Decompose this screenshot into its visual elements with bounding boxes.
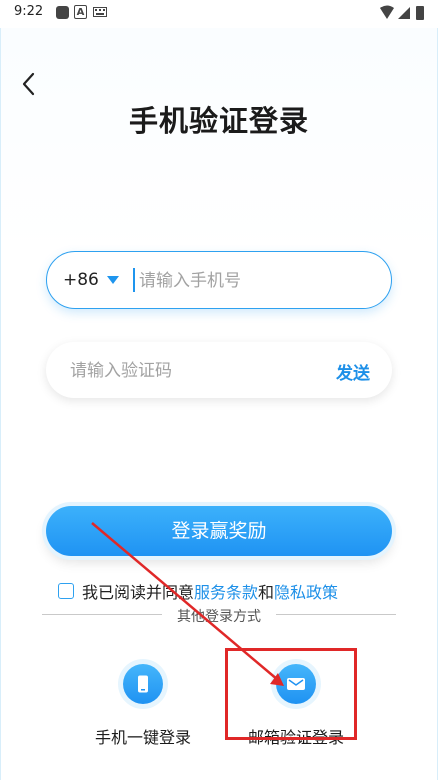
status-time: 9:22 bbox=[14, 4, 44, 19]
other-methods-heading: 其他登录方式 bbox=[0, 606, 438, 626]
notification-icon bbox=[56, 6, 69, 19]
keyboard-icon bbox=[93, 7, 107, 17]
text-cursor bbox=[133, 268, 135, 292]
phone-field[interactable]: +86 bbox=[46, 251, 392, 309]
back-arrow-icon[interactable] bbox=[15, 70, 43, 98]
status-right-icons bbox=[380, 5, 424, 20]
code-field[interactable]: 发送 bbox=[46, 342, 392, 398]
agreement-and: 和 bbox=[258, 583, 275, 602]
one-tap-login-button[interactable] bbox=[123, 664, 163, 704]
country-code-selector[interactable]: +86 bbox=[63, 270, 119, 290]
signal-icon bbox=[398, 7, 410, 19]
agreement-checkbox[interactable] bbox=[58, 583, 74, 599]
caret-down-icon bbox=[106, 276, 119, 284]
text-app-icon: A bbox=[74, 5, 87, 19]
privacy-link[interactable]: 隐私政策 bbox=[274, 579, 338, 603]
login-button[interactable]: 登录赢奖励 bbox=[46, 506, 392, 556]
send-code-button[interactable]: 发送 bbox=[336, 359, 370, 384]
one-tap-login-label[interactable]: 手机一键登录 bbox=[95, 724, 191, 748]
annotation-highlight-box bbox=[225, 648, 357, 740]
wifi-icon bbox=[380, 5, 394, 19]
login-card bbox=[0, 28, 438, 780]
country-code: +86 bbox=[63, 270, 99, 290]
code-input[interactable] bbox=[68, 356, 312, 386]
agreement-prefix: 我已阅读并同意 bbox=[82, 583, 195, 602]
terms-link[interactable]: 服务条款 bbox=[194, 579, 258, 603]
battery-icon bbox=[416, 6, 424, 20]
phone-input[interactable] bbox=[137, 266, 371, 296]
phone-icon bbox=[138, 675, 148, 693]
agreement-row: 我已阅读并同意 服务条款 和 隐私政策 bbox=[58, 580, 338, 602]
status-bar: 9:22 A bbox=[0, 0, 438, 26]
page-title: 手机验证登录 bbox=[128, 104, 309, 138]
